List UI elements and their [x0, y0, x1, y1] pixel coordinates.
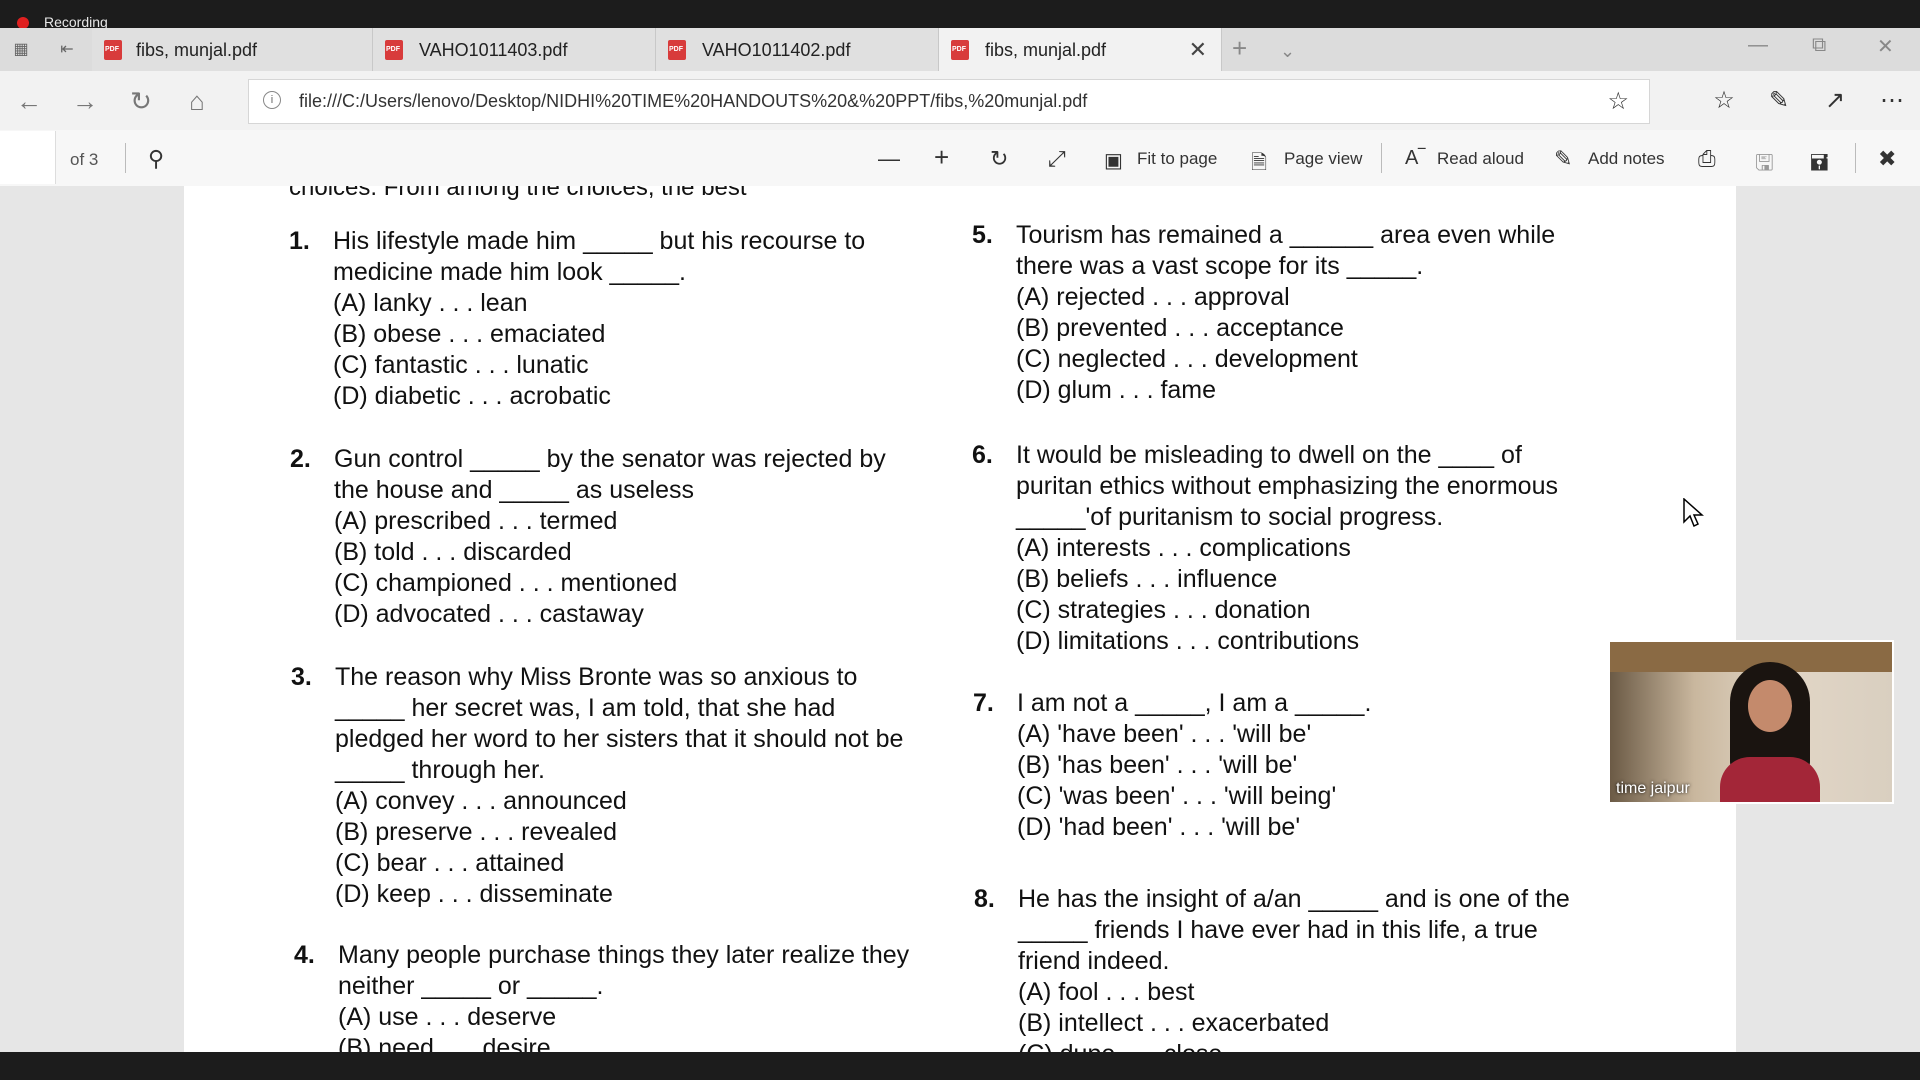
read-aloud-button[interactable]: Read aloud [1437, 149, 1524, 169]
save-as-icon[interactable]: 🖬 [1810, 146, 1829, 184]
tab-set-aside-icon[interactable]: ▦ [10, 39, 32, 61]
bottom-bar [0, 1052, 1920, 1080]
share-icon[interactable]: ↗ [1820, 86, 1850, 115]
star-icon[interactable]: ☆ [1607, 87, 1629, 116]
tab-title: fibs, munjal.pdf [985, 40, 1107, 60]
pen-icon[interactable]: ✎ [1764, 86, 1794, 115]
tab-title: VAHO1011403.pdf [419, 40, 568, 60]
home-icon[interactable]: ⌂ [182, 86, 212, 117]
page-count: of 3 [70, 150, 99, 169]
pdf-file-icon: PDF [385, 40, 403, 60]
rotate-icon[interactable]: ↻ [990, 146, 1008, 172]
recording-bar: Recording [0, 0, 1920, 30]
fullscreen-icon[interactable]: ⤢ [1048, 146, 1066, 172]
zoom-out-icon[interactable]: — [878, 146, 900, 172]
tab-title: VAHO1011402.pdf [702, 40, 851, 60]
webcam-overlay[interactable]: time jaipur [1608, 640, 1894, 804]
fit-to-page-icon[interactable]: ▣ [1104, 148, 1123, 173]
mouse-cursor-icon [1683, 498, 1704, 528]
print-icon[interactable]: ⎙ [1698, 146, 1716, 172]
participant-name: time jaipur [1616, 780, 1690, 797]
pdf-file-icon: PDF [104, 40, 122, 60]
fit-to-page-button[interactable]: Fit to page [1137, 149, 1217, 169]
window-close-icon[interactable]: ✕ [1877, 34, 1894, 59]
info-icon[interactable]: i [263, 91, 281, 109]
tab-vaho1011403[interactable]: PDF VAHO1011403.pdf [373, 28, 656, 71]
refresh-icon[interactable]: ↻ [126, 86, 156, 117]
url-text[interactable]: file:///C:/Users/lenovo/Desktop/NIDHI%20… [299, 91, 1087, 112]
new-tab-icon[interactable]: + [1232, 33, 1247, 64]
restore-icon[interactable]: ⧉ [1812, 34, 1826, 57]
tabs-aside-icon[interactable]: ⇤ [56, 39, 78, 61]
pdf-page: choices. From among the choices, the bes… [184, 186, 1736, 1052]
tab-fibs-munjal-1[interactable]: PDF fibs, munjal.pdf [92, 28, 373, 71]
add-notes-icon[interactable]: ✎ [1554, 146, 1572, 172]
close-tab-icon[interactable]: ✕ [1189, 37, 1207, 63]
add-notes-button[interactable]: Add notes [1588, 149, 1665, 169]
tab-vaho1011402[interactable]: PDF VAHO1011402.pdf [656, 28, 939, 71]
minimize-icon[interactable]: — [1748, 34, 1768, 57]
back-icon[interactable]: ← [14, 86, 44, 117]
cut-off-line: choices. From among the choices, the bes… [289, 186, 747, 201]
address-bar[interactable]: i file:///C:/Users/lenovo/Desktop/NIDHI%… [248, 79, 1650, 124]
tab-fibs-munjal-active[interactable]: PDF fibs, munjal.pdf ✕ [939, 28, 1222, 71]
pdf-file-icon: PDF [951, 40, 969, 60]
forward-icon[interactable]: → [70, 86, 100, 117]
chevron-down-icon[interactable]: ⌄ [1280, 41, 1295, 62]
divider [125, 143, 126, 173]
participant-video [1720, 662, 1820, 802]
search-icon[interactable]: ⚲ [148, 146, 164, 172]
more-icon[interactable]: ⋯ [1877, 86, 1907, 115]
page-number-input[interactable] [0, 131, 56, 184]
zoom-in-icon[interactable]: + [934, 142, 949, 173]
tab-title: fibs, munjal.pdf [136, 40, 258, 60]
page-view-icon[interactable]: 🗎 [1251, 148, 1267, 182]
save-icon[interactable]: 🖫 [1755, 146, 1774, 184]
page-view-button[interactable]: Page view [1284, 149, 1362, 169]
read-aloud-icon[interactable]: A‾ [1405, 147, 1425, 170]
favorites-icon[interactable]: ☆ [1709, 86, 1739, 115]
divider [1855, 143, 1856, 173]
pin-toolbar-icon[interactable]: ✖ [1878, 146, 1896, 172]
divider [1381, 143, 1382, 173]
pdf-file-icon: PDF [668, 40, 686, 60]
